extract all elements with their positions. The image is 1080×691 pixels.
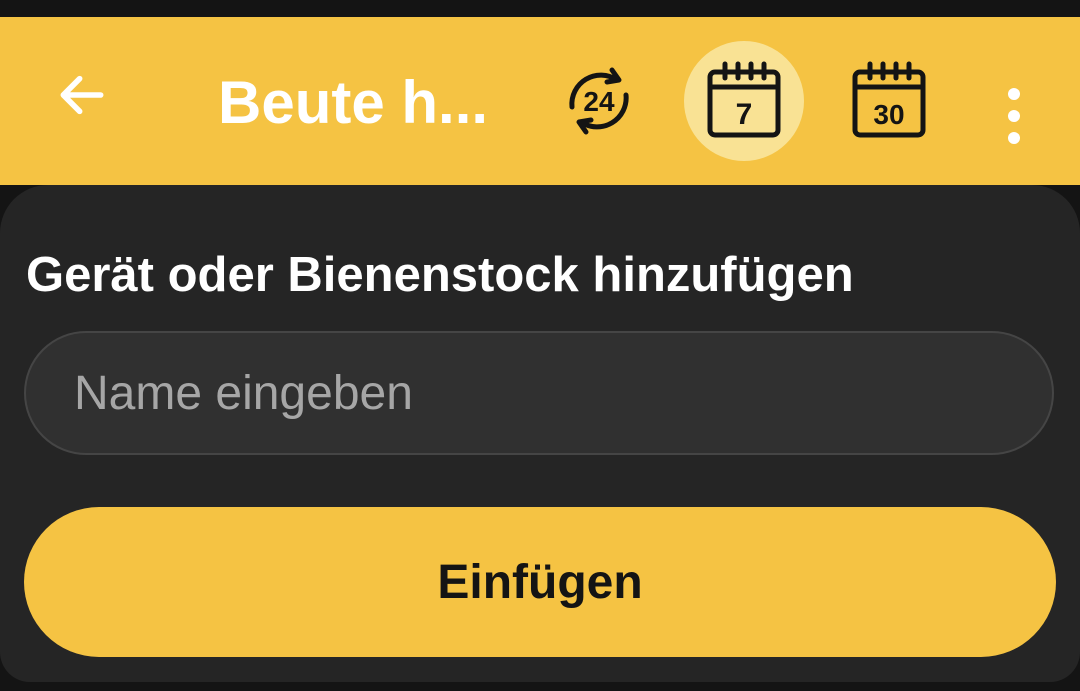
rotate-24h-icon: 24	[569, 67, 629, 135]
calendar-30-icon: 30	[852, 61, 926, 138]
more-vertical-icon	[1008, 88, 1020, 144]
range-24h-button[interactable]: 24	[539, 41, 659, 161]
add-device-sheet: Gerät oder Bienenstock hinzufügen Einfüg…	[0, 185, 1080, 682]
app-bar: Beute h... 24 7 30	[0, 17, 1080, 185]
name-input[interactable]	[24, 331, 1054, 455]
insert-button[interactable]: Einfügen	[24, 507, 1056, 657]
range-7d-label: 7	[736, 98, 753, 131]
dialog-title: Gerät oder Bienenstock hinzufügen	[26, 248, 854, 302]
status-bar	[0, 0, 1080, 17]
range-30d-button[interactable]: 30	[829, 41, 949, 161]
back-button[interactable]	[42, 55, 122, 135]
range-30d-label: 30	[873, 99, 904, 130]
page-title: Beute h...	[218, 69, 489, 136]
range-24h-label: 24	[583, 86, 615, 117]
more-options-button[interactable]	[984, 61, 1044, 171]
range-7d-button[interactable]: 7	[684, 41, 804, 161]
arrow-left-icon	[60, 75, 104, 115]
calendar-7-icon: 7	[707, 61, 781, 138]
